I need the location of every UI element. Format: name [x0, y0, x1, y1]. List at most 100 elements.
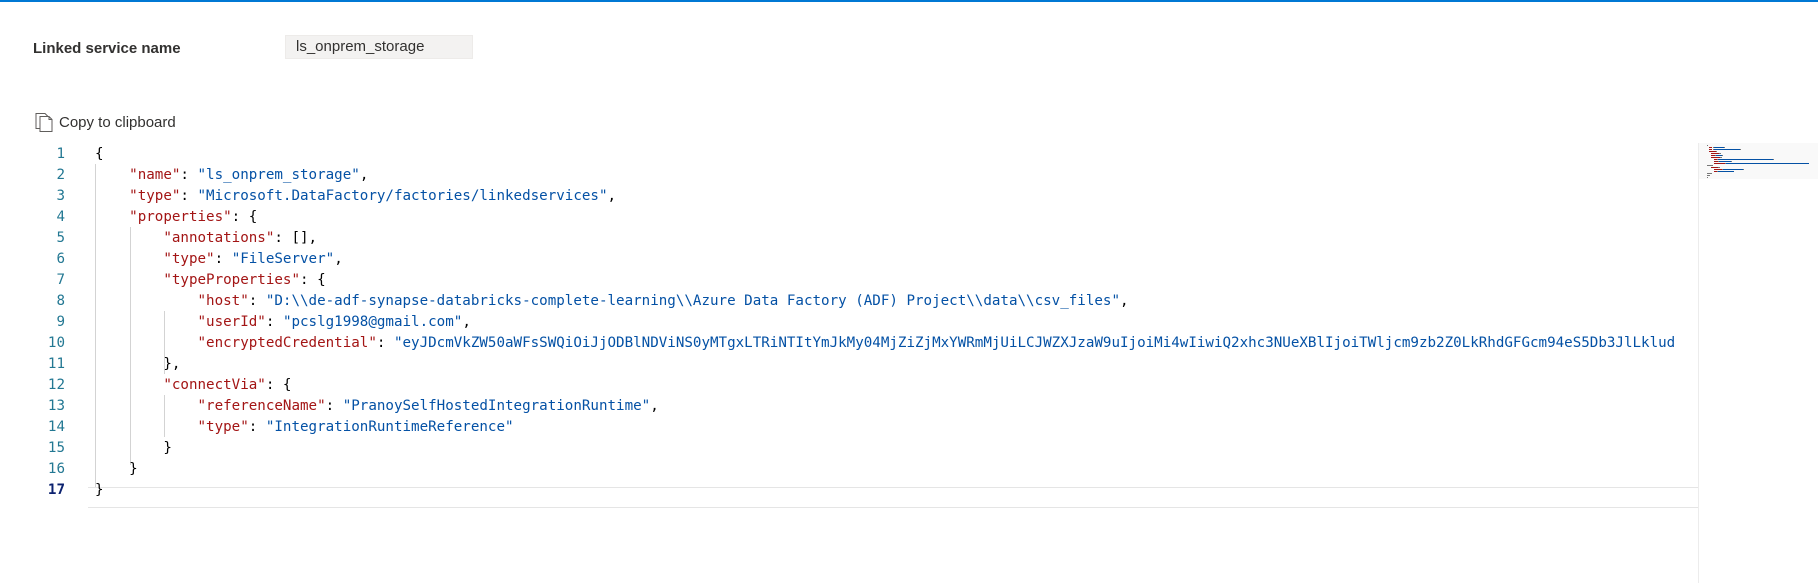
minimap-token — [1713, 149, 1740, 150]
json-punctuation — [95, 398, 198, 414]
json-punctuation: , — [650, 398, 659, 414]
code-line[interactable]: 9 "userId": "pcslg1998@gmail.com", — [0, 312, 1698, 333]
minimap-token — [1724, 147, 1726, 148]
code-line[interactable]: 1{ — [0, 144, 1698, 165]
code-line[interactable]: 11 }, — [0, 354, 1698, 375]
code-line[interactable]: 14 "type": "IntegrationRuntimeReference" — [0, 417, 1698, 438]
minimap-token — [1730, 161, 1732, 162]
code-line[interactable]: 3 "type": "Microsoft.DataFactory/factori… — [0, 186, 1698, 207]
line-number: 14 — [47, 419, 65, 435]
json-punctuation: } — [95, 440, 172, 456]
json-punctuation — [95, 209, 129, 225]
json-punctuation: }, — [95, 356, 181, 372]
json-punctuation: : — [248, 419, 266, 435]
json-punctuation: : { — [300, 272, 326, 288]
minimap-token — [1713, 147, 1725, 148]
json-punctuation: { — [95, 146, 104, 162]
json-punctuation: , — [607, 188, 617, 204]
json-key: "typeProperties" — [163, 272, 301, 288]
minimap-token — [1711, 157, 1721, 158]
json-punctuation: , — [462, 314, 471, 330]
code-line[interactable]: 2 "name": "ls_onprem_storage", — [0, 165, 1698, 186]
linked-service-name-field[interactable]: ls_onprem_storage — [285, 35, 473, 59]
code-content: { — [95, 144, 104, 165]
json-punctuation — [95, 293, 198, 309]
minimap-token — [1773, 159, 1774, 160]
code-content: "userId": "pcslg1998@gmail.com", — [95, 312, 471, 333]
code-line[interactable]: 5 "annotations": [], — [0, 228, 1698, 249]
json-string: "pcslg1998@gmail.com" — [282, 314, 463, 330]
top-accent-bar — [0, 0, 1818, 2]
code-content: } — [95, 480, 104, 501]
minimap-token — [1707, 145, 1708, 146]
code-content: "type": "Microsoft.DataFactory/factories… — [95, 186, 616, 207]
minimap-token — [1718, 159, 1773, 160]
minimap-token — [1740, 149, 1741, 150]
code-content: "referenceName": "PranoySelfHostedIntegr… — [95, 396, 659, 417]
minimap-token — [1713, 163, 1726, 164]
line-number: 6 — [56, 251, 65, 267]
json-punctuation — [95, 167, 129, 183]
minimap-token — [1720, 157, 1722, 158]
code-line[interactable]: 4 "properties": { — [0, 207, 1698, 228]
code-line[interactable]: 6 "type": "FileServer", — [0, 249, 1698, 270]
code-line[interactable]: 15 } — [0, 438, 1698, 459]
json-punctuation: : { — [265, 377, 292, 393]
code-line[interactable]: 12 "connectVia": { — [0, 375, 1698, 396]
copy-to-clipboard-button[interactable]: Copy to clipboard — [33, 110, 176, 134]
minimap-token — [1709, 151, 1716, 152]
json-key: "referenceName" — [197, 398, 326, 414]
json-punctuation — [95, 419, 198, 435]
json-code-editor[interactable]: 1{2 "name": "ls_onprem_storage", 3 "type"… — [0, 143, 1698, 583]
json-string: "Microsoft.DataFactory/factories/linkeds… — [197, 188, 608, 204]
json-punctuation: : — [180, 188, 198, 204]
json-punctuation: : — [214, 251, 232, 267]
json-key: "type" — [129, 188, 181, 204]
json-punctuation — [95, 188, 129, 204]
code-minimap[interactable] — [1698, 143, 1818, 583]
code-line[interactable]: 17} — [0, 480, 1698, 501]
json-string: "IntegrationRuntimeReference" — [265, 419, 514, 435]
copy-icon — [33, 111, 55, 133]
code-line[interactable]: 10 "encryptedCredential": "eyJDcmVkZW50a… — [0, 333, 1698, 354]
json-punctuation: , — [334, 251, 343, 267]
code-line[interactable]: 16 } — [0, 459, 1698, 480]
json-string: "PranoySelfHostedIntegrationRuntime" — [342, 398, 651, 414]
json-punctuation: } — [95, 461, 138, 477]
json-key: "encryptedCredential" — [197, 335, 377, 351]
line-number: 7 — [56, 272, 65, 288]
line-number: 8 — [56, 293, 65, 309]
json-string: "eyJDcmVkZW50aWFsSWQiOiJjODBlNDViNS0yMTg… — [393, 335, 1676, 351]
code-line[interactable]: 8 "host": "D:\\de-adf-synapse-databricks… — [0, 291, 1698, 312]
minimap-token — [1718, 167, 1720, 168]
line-number: 11 — [47, 356, 65, 372]
line-number: 12 — [47, 377, 65, 393]
json-punctuation: : — [265, 314, 283, 330]
code-content: } — [95, 459, 138, 480]
minimap-token — [1726, 163, 1809, 164]
code-content: "host": "D:\\de-adf-synapse-databricks-c… — [95, 291, 1129, 312]
code-line[interactable]: 7 "typeProperties": { — [0, 270, 1698, 291]
minimap-token — [1722, 169, 1743, 170]
json-key: "host" — [197, 293, 249, 309]
code-line[interactable]: 13 "referenceName": "PranoySelfHostedInt… — [0, 396, 1698, 417]
linked-service-name-label: Linked service name — [33, 40, 181, 57]
code-content: "typeProperties": { — [95, 270, 326, 291]
line-number: 15 — [47, 440, 65, 456]
json-key: "type" — [163, 251, 215, 267]
json-punctuation: : { — [231, 209, 258, 225]
json-punctuation — [95, 377, 163, 393]
minimap-token — [1707, 165, 1713, 166]
copy-to-clipboard-label: Copy to clipboard — [59, 113, 176, 131]
json-key: "connectVia" — [163, 377, 266, 393]
minimap-token — [1715, 151, 1718, 152]
minimap-token — [1742, 169, 1744, 170]
line-number: 10 — [47, 335, 65, 351]
json-string: "D:\\de-adf-synapse-databricks-complete-… — [265, 293, 1121, 309]
json-punctuation — [95, 251, 163, 267]
json-key: "type" — [197, 419, 249, 435]
json-key: "userId" — [197, 314, 266, 330]
line-number: 16 — [47, 461, 65, 477]
line-number: 3 — [56, 188, 65, 204]
minimap-token — [1722, 155, 1724, 156]
